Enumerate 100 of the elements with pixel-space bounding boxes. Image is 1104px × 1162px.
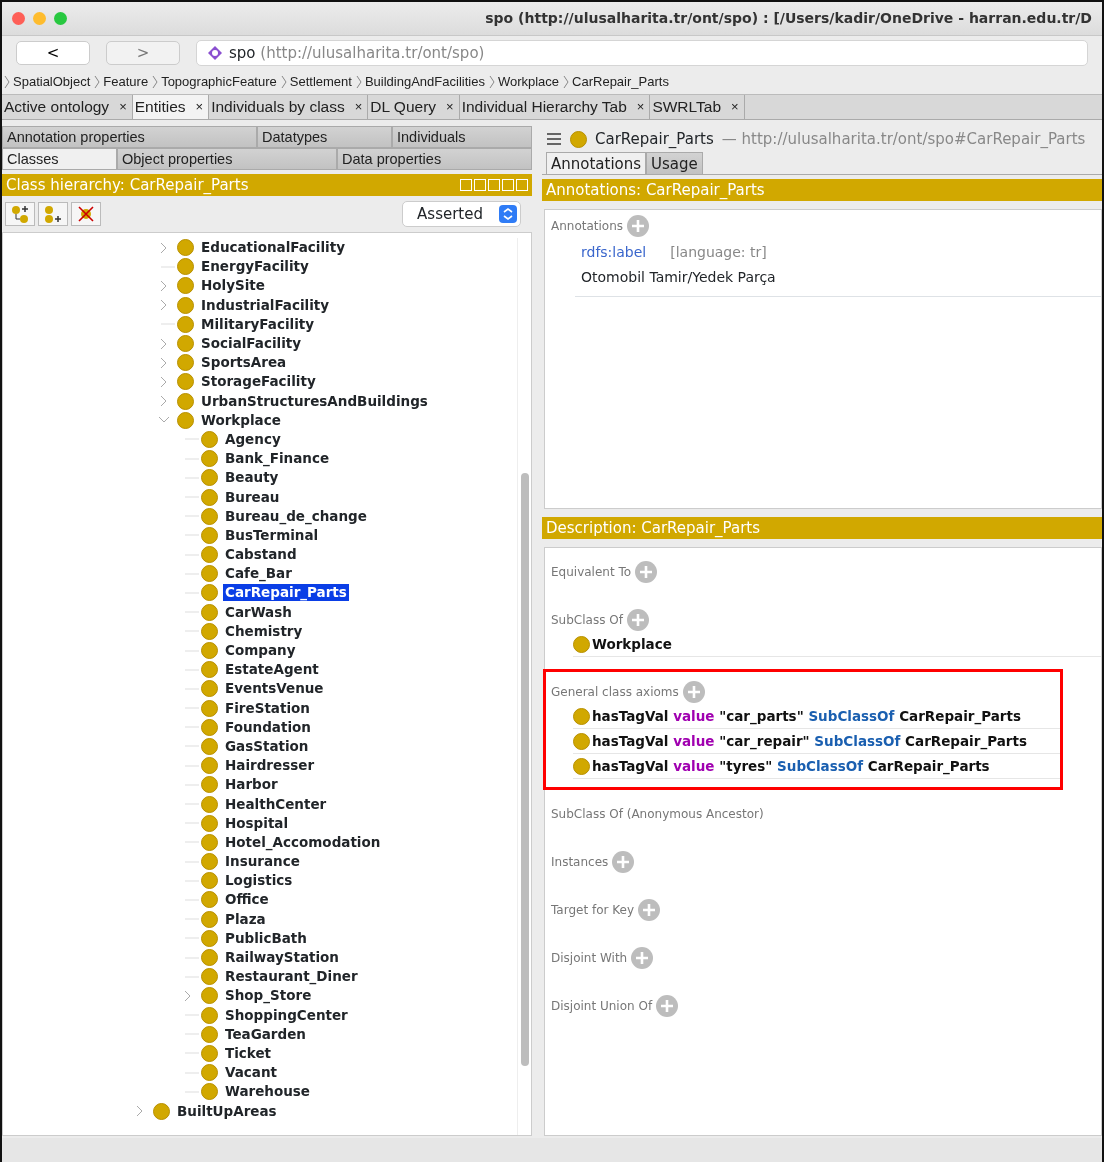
tab[interactable]: Object properties [117,148,337,170]
add-sibling-button[interactable] [38,202,68,226]
breadcrumb-link[interactable]: CarRepair_Parts [572,72,669,92]
tree-item[interactable]: Ticket [223,1044,274,1062]
window-control-icon[interactable] [12,12,25,25]
tree-item[interactable]: EventsVenue [223,680,326,698]
tree-item[interactable]: Plaza [223,910,268,928]
tree-item[interactable]: SportsArea [199,354,289,372]
view-control-icon[interactable] [474,179,486,191]
tree-item[interactable]: Hospital [223,814,291,832]
tab[interactable]: Annotations [546,152,647,174]
add-icon[interactable] [638,899,660,921]
tree-item[interactable]: Shop_Store [223,987,314,1005]
tree-item[interactable]: Warehouse [223,1083,313,1101]
add-icon[interactable] [635,561,658,583]
tree-item[interactable]: IndustrialFacility [199,296,332,314]
add-icon[interactable] [626,609,649,631]
tab-label[interactable]: SWRLTab [652,95,721,119]
tree-item[interactable]: StorageFacility [199,373,318,391]
tree-item[interactable]: FireStation [223,699,312,717]
add-subclass-button[interactable] [5,202,35,226]
axiom-text[interactable]: hasTagVal value "car_repair" SubClassOf CarRepair_Parts [592,730,1027,752]
tree-item[interactable]: UrbanStructuresAndBuildings [199,392,430,410]
add-icon[interactable] [631,947,654,969]
tree-item[interactable]: Agency [223,430,283,448]
tree-item[interactable]: Chemistry [223,622,305,640]
tree-item[interactable]: BusTerminal [223,526,321,544]
tree-item[interactable]: Foundation [223,718,313,736]
ontology-address-field[interactable]: spo (http://ulusalharita.tr/ont/spo) [196,40,1088,66]
tab-label[interactable]: Entities [134,95,186,119]
breadcrumb-link[interactable]: Feature [103,72,149,92]
breadcrumb-link[interactable]: Settlement [289,72,352,92]
view-control-icon[interactable] [460,179,472,191]
menu-icon[interactable] [546,132,562,146]
add-icon[interactable] [627,215,650,237]
add-icon[interactable] [682,681,705,703]
tab[interactable]: Data properties [337,148,532,170]
breadcrumb-link[interactable]: SpatialObject [13,72,91,92]
close-icon[interactable]: × [195,97,204,117]
tree-item[interactable]: Company [223,642,298,660]
tree-item[interactable]: Harbor [223,776,280,794]
tree-item[interactable]: Beauty [223,469,281,487]
window-control-icon[interactable] [33,12,46,25]
axiom-text[interactable]: hasTagVal value "tyres" SubClassOf CarRepair_Parts [592,755,990,777]
back-button[interactable]: < [16,41,90,65]
tab[interactable]: Individuals [392,126,532,148]
tree-item[interactable]: Vacant [223,1064,279,1082]
tree-item[interactable]: Hotel_Accomodation [223,833,383,851]
tab[interactable]: Datatypes [257,126,392,148]
tree-item[interactable]: BuiltUpAreas [175,1102,279,1120]
view-control-icon[interactable] [516,179,528,191]
tree-item[interactable]: PublicBath [223,929,309,947]
tree-item[interactable]: CarWash [223,603,294,621]
tab-label[interactable]: Active ontology [4,95,110,119]
view-control-icon[interactable] [488,179,500,191]
breadcrumb-link[interactable]: BuildingAndFacilities [364,72,485,92]
tree-item[interactable]: Cabstand [223,546,299,564]
tree-item[interactable]: HolySite [199,277,267,295]
close-icon[interactable]: × [731,97,739,117]
tree-item[interactable]: Office [223,891,271,909]
annotation-property[interactable]: rdfs:label [581,242,647,263]
tree-item[interactable]: Cafe_Bar [223,565,294,583]
close-icon[interactable]: × [446,97,454,117]
tree-item[interactable]: HealthCenter [223,795,329,813]
forward-button[interactable]: > [106,41,180,65]
axiom-text[interactable]: hasTagVal value "car_parts" SubClassOf CarRepair_Parts [592,705,1021,727]
tree-item[interactable]: RailwayStation [223,949,341,967]
close-icon[interactable]: × [119,97,127,117]
tab[interactable]: Annotation properties [2,126,257,148]
tree-item[interactable]: Insurance [223,853,302,871]
view-control-icon[interactable] [502,179,514,191]
tree-item[interactable]: EstateAgent [223,661,321,679]
window-control-icon[interactable] [54,12,67,25]
mode-select[interactable]: Asserted [402,201,521,227]
tree-item[interactable]: Logistics [223,872,295,890]
tree-item[interactable]: EducationalFacility [199,239,347,257]
breadcrumb-link[interactable]: Workplace [497,72,560,92]
tab[interactable]: Usage [646,152,703,174]
close-icon[interactable]: × [354,97,363,117]
add-icon[interactable] [656,995,679,1017]
tree-item[interactable]: ShoppingCenter [223,1006,350,1024]
tree-item[interactable]: CarRepair_Parts [223,584,349,602]
delete-button[interactable] [71,202,101,226]
tree-item[interactable]: MilitaryFacility [199,315,317,333]
tree-item[interactable]: Hairdresser [223,757,317,775]
tree-item[interactable]: Workplace [199,411,283,429]
tab-label[interactable]: DL Query [370,95,437,119]
breadcrumb-link[interactable]: TopographicFeature [161,72,277,92]
scrollbar-thumb[interactable] [521,473,529,1066]
close-icon[interactable]: × [636,97,645,117]
tab-label[interactable]: Individuals by class [211,95,345,119]
tab[interactable]: Classes [2,148,117,170]
tree-item[interactable]: GasStation [223,737,311,755]
add-icon[interactable] [612,851,635,873]
axiom-text[interactable]: Workplace [592,633,672,655]
tree-item[interactable]: TeaGarden [223,1025,308,1043]
tree-item[interactable]: Restaurant_Diner [223,968,360,986]
tree-item[interactable]: Bureau_de_change [223,507,369,525]
tab-label[interactable]: Individual Hierarchy Tab [461,95,627,119]
tree-item[interactable]: Bureau [223,488,282,506]
